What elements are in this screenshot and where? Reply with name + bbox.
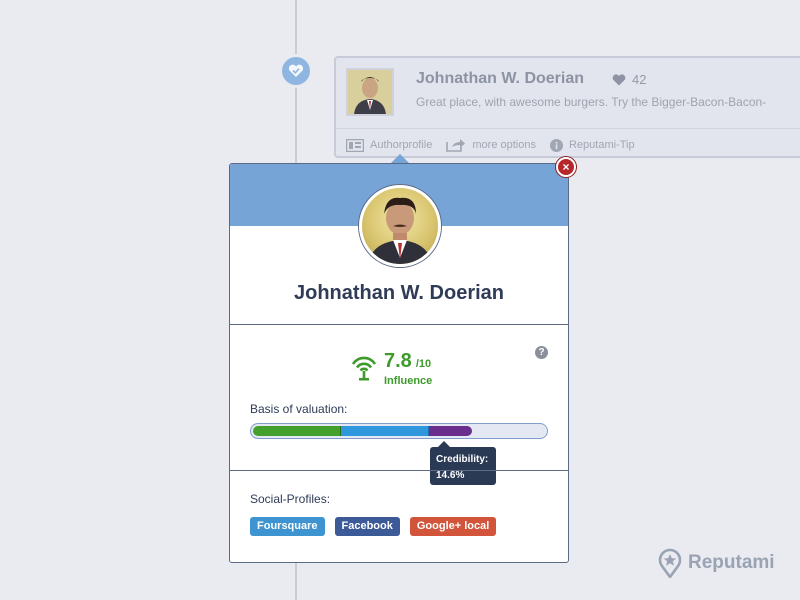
review-actions: Authorprofile more options Reputami-Tip <box>346 138 635 152</box>
bar-segment-credibility[interactable] <box>429 426 472 436</box>
check-heart-icon <box>288 64 304 77</box>
share-icon <box>446 139 466 152</box>
more-options-link[interactable]: more options <box>446 138 536 152</box>
influence-score: 7.8/10 Influence <box>350 350 432 387</box>
profile-avatar <box>359 185 441 267</box>
avatar-image <box>348 70 392 114</box>
profile-name: Johnathan W. Doerian <box>293 282 505 304</box>
profile-card-icon <box>346 138 364 152</box>
divider <box>230 324 568 325</box>
score-block: 7.8/10 Influence <box>384 350 432 387</box>
review-likes[interactable]: 42 <box>612 72 646 87</box>
reputami-tip-label: Reputami-Tip <box>568 139 635 151</box>
bar-segment-1[interactable] <box>253 426 341 436</box>
review-avatar[interactable] <box>346 68 394 116</box>
authorprofile-label: Authorprofile <box>370 139 433 151</box>
reputami-tip-link[interactable]: Reputami-Tip <box>549 138 635 152</box>
info-icon <box>549 138 563 152</box>
score-value: 7.8 <box>384 350 412 372</box>
divider <box>230 470 568 471</box>
basis-label: Basis of valuation: <box>250 402 348 416</box>
review-card: Johnathan W. Doerian 42 Great place, wit… <box>334 56 800 158</box>
help-icon[interactable]: ? <box>535 346 548 359</box>
location-pin-icon <box>658 548 682 578</box>
social-profiles-label: Social-Profiles: <box>250 492 331 506</box>
tag-google-local[interactable]: Google+ local <box>409 517 497 536</box>
avatar-image <box>368 197 432 264</box>
social-tags: Foursquare Facebook Google+ local <box>250 517 497 536</box>
signal-icon <box>351 356 377 381</box>
score-max: /10 <box>415 358 432 370</box>
review-author-name[interactable]: Johnathan W. Doerian <box>416 70 584 88</box>
timeline-page: Johnathan W. Doerian 42 Great place, wit… <box>0 0 800 600</box>
close-icon[interactable]: × <box>556 157 576 177</box>
credibility-tooltip: Credibility: 14.6% <box>430 441 496 485</box>
score-label: Influence <box>384 375 433 387</box>
review-divider <box>336 128 800 129</box>
bar-segment-2[interactable] <box>341 426 429 436</box>
tag-foursquare[interactable]: Foursquare <box>250 517 325 536</box>
valuation-bar <box>250 423 548 439</box>
brand-logo: Reputami <box>658 548 775 578</box>
more-options-label: more options <box>472 139 536 151</box>
tag-facebook[interactable]: Facebook <box>334 517 400 536</box>
brand-name: Reputami <box>688 552 775 573</box>
tooltip-title: Credibility: <box>436 454 489 465</box>
timeline-node[interactable] <box>279 54 313 88</box>
review-text: Great place, with awesome burgers. Try t… <box>416 95 767 109</box>
likes-count: 42 <box>632 72 647 87</box>
heart-icon <box>612 73 626 85</box>
authorprofile-link[interactable]: Authorprofile <box>346 138 432 152</box>
author-profile-popup: Johnathan W. Doerian ? 7.8/10 Influence … <box>229 163 569 563</box>
